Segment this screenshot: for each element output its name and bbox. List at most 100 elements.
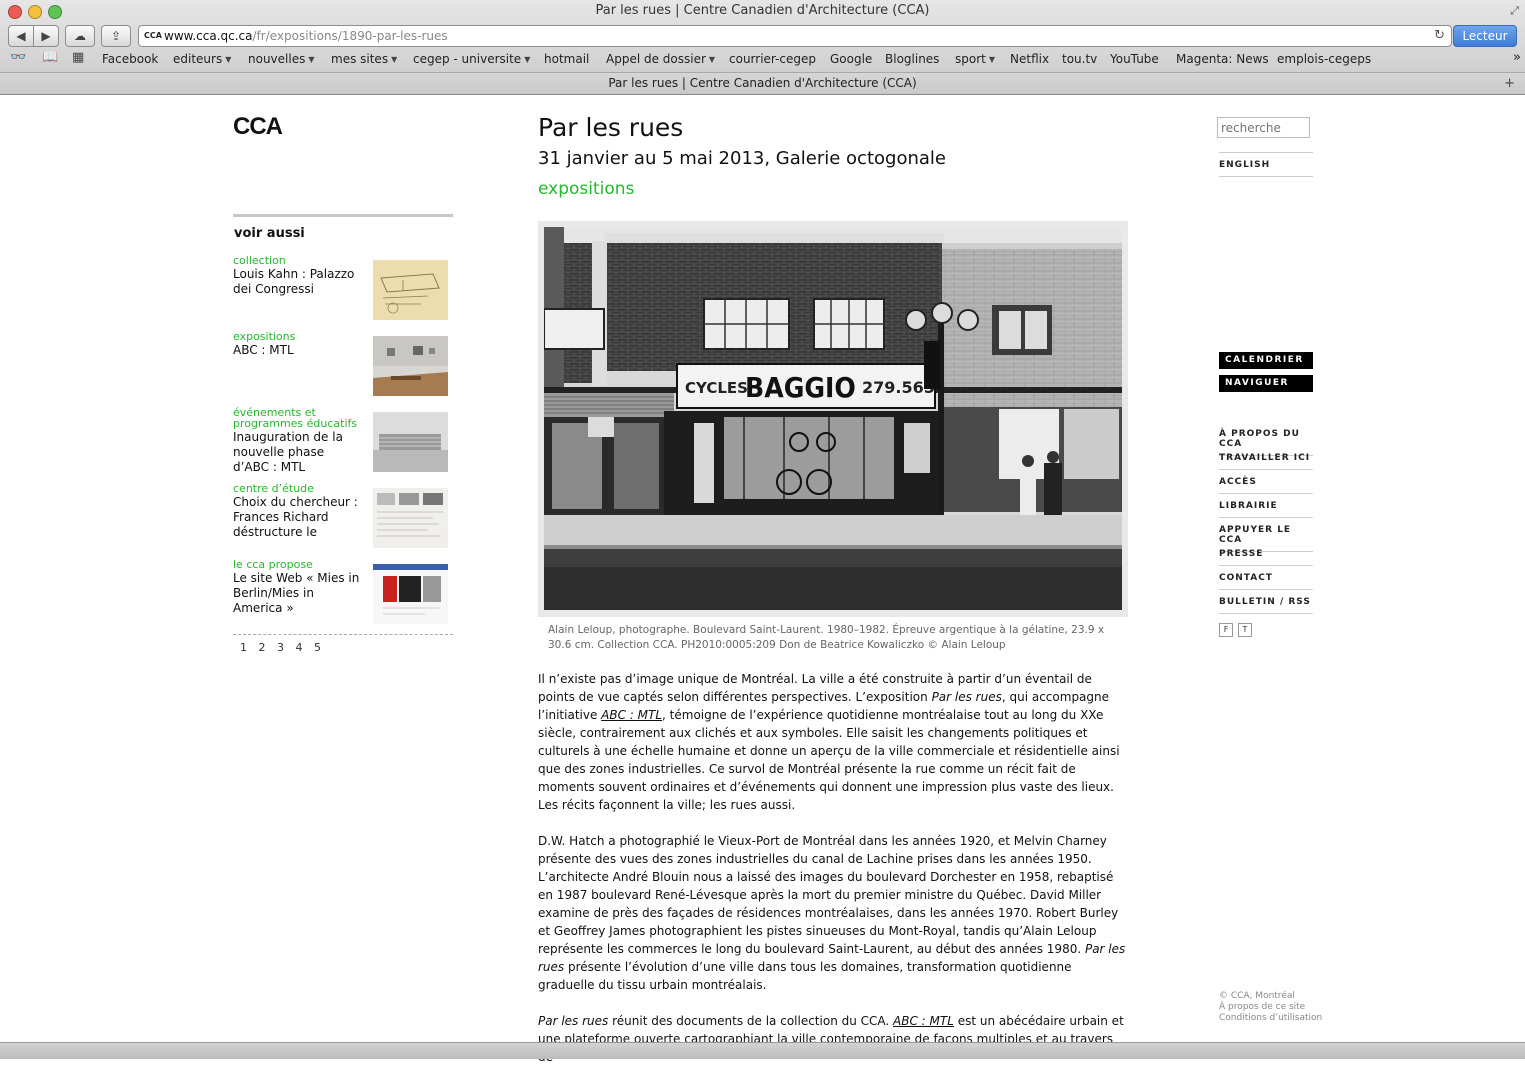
page-link[interactable]: 3 [277, 641, 285, 654]
close-window-button[interactable] [8, 5, 22, 19]
related-title[interactable]: Le site Web « Mies in Berlin/Mies in Ame… [233, 571, 361, 616]
related-thumbnail[interactable] [373, 564, 448, 624]
related-title[interactable]: Louis Kahn : Palazzo dei Congressi [233, 267, 361, 297]
bookmark-folder[interactable]: nouvelles ▼ [248, 52, 315, 66]
menu-link-access[interactable]: ACCÈS [1219, 477, 1313, 494]
bookmark-item[interactable]: Facebook [102, 52, 158, 66]
related-thumbnail[interactable] [373, 488, 448, 548]
bookmark-label: Facebook [102, 52, 159, 66]
related-thumbnail[interactable] [373, 260, 448, 320]
share-button[interactable]: ⇪ [101, 25, 131, 47]
bookmark-folder[interactable]: sport ▼ [955, 52, 995, 66]
abc-mtl-link[interactable]: ABC : MTL [893, 1014, 954, 1028]
chevron-double-right-icon[interactable]: » [1513, 50, 1521, 65]
tab-active[interactable]: Par les rues | Centre Canadien d'Archite… [608, 76, 916, 90]
naviguer-button[interactable]: NAVIGUER [1219, 375, 1313, 392]
menu-link-about[interactable]: À PROPOS DU CCA [1219, 429, 1313, 456]
bookmark-item[interactable]: YouTube [1110, 52, 1159, 66]
body-text: réunit des documents de la collection du… [608, 1014, 894, 1028]
bookmark-label: courrier-cegep [729, 52, 817, 66]
related-item[interactable]: collection Louis Kahn : Palazzo dei Cong… [233, 255, 453, 321]
bookmark-folder[interactable]: editeurs ▼ [173, 52, 231, 66]
menu-link-jobs[interactable]: TRAVAILLER ICI [1219, 453, 1313, 470]
related-item[interactable]: centre d’étude Choix du chercheur : Fran… [233, 483, 453, 549]
photo-caption: Alain Leloup, photographe. Boulevard Sai… [548, 624, 1105, 651]
bookmark-label: cegep - universite [413, 52, 522, 66]
bookmark-item[interactable]: Google [830, 52, 872, 66]
related-category[interactable]: expositions [233, 331, 363, 342]
category-link[interactable]: expositions [538, 179, 634, 199]
related-title[interactable]: Inauguration de la nouvelle phase d’ABC … [233, 430, 361, 475]
language-link[interactable]: ENGLISH [1219, 160, 1313, 177]
reading-list-icon[interactable]: 👓 [10, 50, 26, 65]
facebook-icon[interactable]: F [1219, 623, 1233, 637]
page-link[interactable]: 4 [296, 641, 304, 654]
bookmark-item[interactable]: Bloglines [885, 52, 939, 66]
bookmark-folder[interactable]: Appel de dossier ▼ [606, 52, 715, 66]
menu-link-bookstore[interactable]: LIBRAIRIE [1219, 501, 1313, 518]
sign-cycles: CYCLES [685, 379, 748, 397]
page-link[interactable]: 5 [314, 641, 322, 654]
back-button[interactable]: ◀ [8, 25, 34, 47]
related-thumbnail[interactable] [373, 336, 448, 396]
calendrier-button[interactable]: CALENDRIER [1219, 352, 1313, 369]
about-site-link[interactable]: À propos de ce site [1219, 1002, 1322, 1013]
search-input[interactable] [1217, 117, 1310, 138]
menu-link-support[interactable]: APPUYER LE CCA [1219, 525, 1313, 552]
related-category[interactable]: le cca propose [233, 559, 363, 570]
reader-button[interactable]: Lecteur [1453, 25, 1517, 47]
chevron-down-icon: ▼ [391, 55, 398, 64]
related-title[interactable]: ABC : MTL [233, 343, 361, 358]
icloud-tabs-button[interactable]: ☁ [65, 25, 95, 47]
reload-icon[interactable]: ↻ [1434, 26, 1445, 46]
zoom-window-button[interactable] [48, 5, 62, 19]
related-title[interactable]: Choix du chercheur : Frances Richard dés… [233, 495, 361, 540]
related-item[interactable]: le cca propose Le site Web « Mies in Ber… [233, 559, 453, 625]
bookmark-item[interactable]: Magenta: News [1176, 52, 1269, 66]
bookmarks-icon[interactable]: 📖 [42, 50, 58, 65]
website-thumbnail-image [373, 564, 448, 624]
browser-chrome: Par les rues | Centre Canadien d'Archite… [0, 0, 1525, 95]
related-item[interactable]: événements et programmes éducatifs Inaug… [233, 407, 453, 475]
bookmarks-bar: 👓 📖 ▦ Facebook editeurs ▼ nouvelles ▼ mes … [0, 50, 1525, 68]
top-sites-icon[interactable]: ▦ [72, 50, 84, 65]
twitter-icon[interactable]: T [1238, 623, 1252, 637]
chevron-down-icon: ▼ [524, 55, 531, 64]
cca-logo[interactable]: CCA [233, 113, 283, 141]
forward-button[interactable]: ▶ [33, 25, 59, 47]
related-category[interactable]: collection [233, 255, 363, 266]
terms-link[interactable]: Conditions d’utilisation [1219, 1013, 1322, 1024]
bookmark-item[interactable]: courrier-cegep [729, 52, 816, 66]
menu-link-contact[interactable]: CONTACT [1219, 573, 1313, 590]
bookmark-label: YouTube [1110, 52, 1159, 66]
bookmark-item[interactable]: emplois-cegeps [1277, 52, 1371, 66]
url-text: www.cca.qc.ca/fr/expositions/1890-par-le… [164, 26, 448, 46]
fullscreen-icon[interactable]: ⤢ [1510, 4, 1519, 18]
bookmark-label: Netflix [1010, 52, 1050, 66]
body-italic: Par les rues [931, 690, 1002, 704]
related-item[interactable]: expositions ABC : MTL [233, 331, 453, 397]
minimize-window-button[interactable] [28, 5, 42, 19]
url-host: www.cca.qc.ca [164, 29, 253, 43]
divider [1219, 152, 1313, 153]
related-thumbnail[interactable] [373, 412, 448, 472]
bookmark-item[interactable]: Netflix [1010, 52, 1049, 66]
page-link[interactable]: 2 [259, 641, 267, 654]
bookmark-folder[interactable]: cegep - universite ▼ [413, 52, 530, 66]
bookmark-item[interactable]: tou.tv [1062, 52, 1097, 66]
body-text: présente l’évolution d’une ville dans to… [538, 960, 1072, 992]
new-tab-icon[interactable]: + [1504, 73, 1515, 94]
related-category[interactable]: événements et programmes éducatifs [233, 407, 363, 429]
address-bar[interactable]: CCA www.cca.qc.ca/fr/expositions/1890-pa… [138, 25, 1452, 47]
related-category[interactable]: centre d’étude [233, 483, 363, 494]
body-text: D.W. Hatch a photographié le Vieux-Port … [538, 834, 1119, 956]
page-link[interactable]: 1 [240, 641, 248, 654]
chevron-down-icon: ▼ [708, 55, 716, 64]
menu-link-newsletter[interactable]: BULLETIN / RSS [1219, 597, 1313, 614]
body-paragraph: Il n’existe pas d’image unique de Montré… [538, 670, 1126, 814]
bookmark-folder[interactable]: mes sites ▼ [331, 52, 397, 66]
bookmark-item[interactable]: hotmail [544, 52, 589, 66]
abc-mtl-link[interactable]: ABC : MTL [601, 708, 662, 722]
menu-link-press[interactable]: PRESSE [1219, 549, 1313, 566]
site-favicon: CCA [144, 31, 162, 40]
